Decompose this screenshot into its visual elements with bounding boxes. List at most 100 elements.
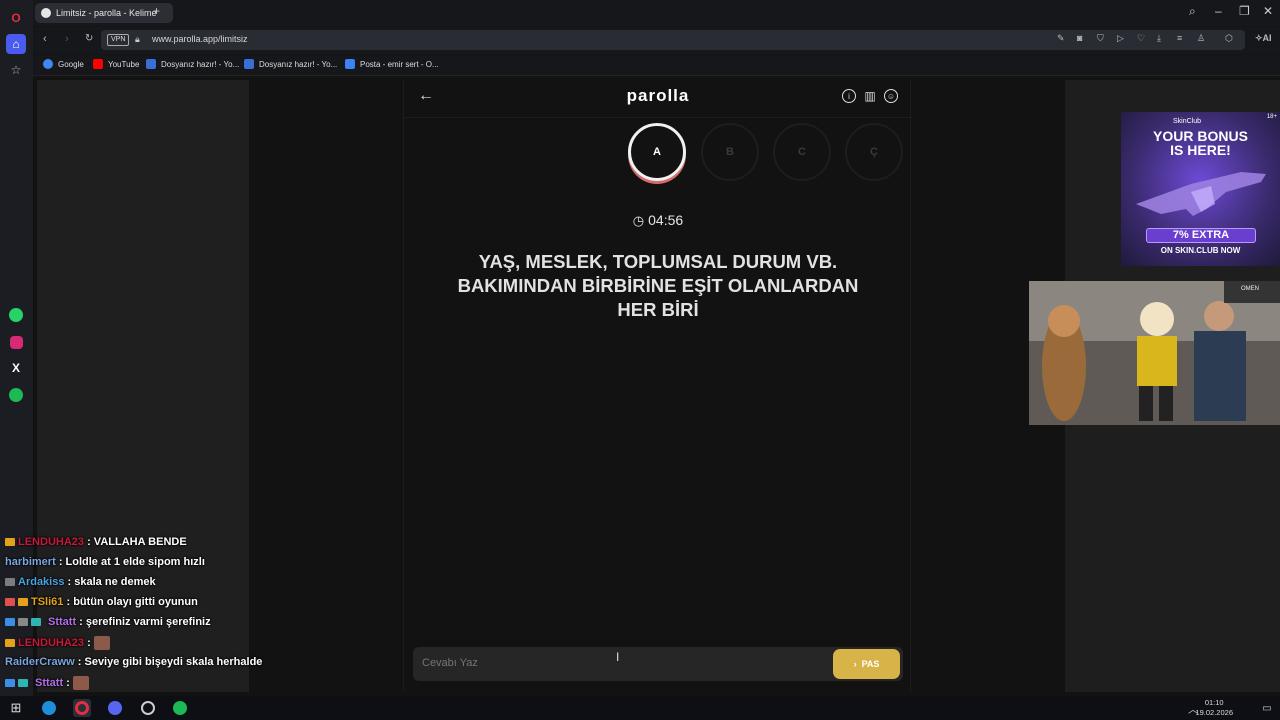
badge-icon <box>18 679 28 687</box>
chat-user: harbimert <box>5 556 56 568</box>
stats-icon[interactable]: ▥ <box>863 89 877 103</box>
chat-user: Sttatt <box>35 677 64 689</box>
mail-icon <box>345 59 355 69</box>
badge-icon <box>18 618 28 626</box>
bookmark-label: YouTube <box>108 59 140 69</box>
header-divider <box>404 117 912 118</box>
taskbar-clock[interactable]: 01:10 19.02.2026 <box>1195 698 1233 718</box>
windows-taskbar: ⊞ ︿ 01:10 19.02.2026 ▭ <box>0 696 1280 720</box>
notification-icon[interactable]: ▭ <box>1258 699 1276 717</box>
ad-headline: YOUR BONUS IS HERE! <box>1121 129 1280 157</box>
chat-message: TSli61 : bütün olayı gitti oyunun <box>5 596 198 608</box>
ad-brand: SkinClub <box>1173 118 1202 125</box>
menu-icon[interactable]: ≡ <box>1177 33 1182 43</box>
chat-user: LENDUHA23 <box>18 536 85 548</box>
chat-text: : VALLAHA BENDE <box>87 536 187 548</box>
game-panel: ← parolla i ▥ ☺ A B C Ç ◷ 04:56 YAŞ, MESL… <box>403 80 912 692</box>
tab-title: Limitsiz - parolla - Kelime <box>56 8 157 18</box>
extensions-icon[interactable]: ⬡ <box>1225 33 1233 44</box>
opera-taskbar-icon[interactable] <box>75 701 89 715</box>
x-twitter-icon[interactable]: X <box>6 358 26 378</box>
badge-icon <box>5 598 15 606</box>
answer-input[interactable] <box>422 657 822 669</box>
play-icon[interactable]: ▷ <box>1117 33 1124 44</box>
info-icon[interactable]: i <box>842 89 856 103</box>
letter-a: A <box>628 123 686 181</box>
chat-text: : <box>87 637 91 649</box>
logo[interactable]: parolla <box>404 86 912 106</box>
clock-time: 01:10 <box>1204 698 1224 707</box>
whatsapp-icon[interactable] <box>9 308 23 322</box>
ai-button[interactable]: ✧AI <box>1255 33 1272 44</box>
back-icon[interactable]: ‹ <box>43 33 47 45</box>
file-icon <box>244 59 254 69</box>
camera-icon[interactable]: ◙ <box>1077 33 1082 43</box>
file-icon <box>146 59 156 69</box>
profile-icon[interactable]: ☺ <box>884 89 898 103</box>
chat-text: : <box>66 677 70 689</box>
chevron-right-icon: › <box>853 659 857 669</box>
new-tab-button[interactable]: + <box>153 4 160 18</box>
crown-badge-icon <box>5 538 15 546</box>
home-icon[interactable]: ⌂ <box>6 34 26 54</box>
answer-bar: › PAS <box>413 647 903 681</box>
instagram-icon[interactable] <box>9 335 23 349</box>
address-bar-row: ‹ › ↻ VPN 🔒︎ www.parolla.app/limitsiz ✎ … <box>33 27 1280 54</box>
account-icon[interactable]: ♙ <box>1197 33 1205 44</box>
rifle-illustration <box>1136 172 1266 216</box>
ad-age-badge: 18+ <box>1266 114 1277 120</box>
reload-icon[interactable]: ↻ <box>85 33 93 44</box>
bookmark-item[interactable]: Dosyanız hazır! - Yo... <box>146 59 239 69</box>
url-field[interactable]: VPN 🔒︎ www.parolla.app/limitsiz <box>101 30 1245 50</box>
spotify-taskbar-icon[interactable] <box>173 701 187 715</box>
bookmark-label: Dosyanız hazır! - Yo... <box>161 59 240 69</box>
ai-label: AI <box>1262 33 1272 43</box>
chat-message: RaiderCraww : Seviye gibi bişeydi skala … <box>5 656 262 668</box>
windows-start-icon[interactable]: ⊞ <box>7 699 25 717</box>
chat-text: : Seviye gibi bişeydi skala herhalde <box>77 656 263 668</box>
shield-icon[interactable]: ⛉ <box>1097 33 1104 44</box>
pass-label: PAS <box>861 659 880 669</box>
bookmark-label: Dosyanız hazır! - Yo... <box>259 59 338 69</box>
bookmark-item[interactable]: Posta - emir sert - O... <box>345 59 439 69</box>
heart-icon[interactable]: ♡ <box>1137 33 1145 44</box>
forward-icon[interactable]: › <box>65 33 69 45</box>
bookmark-item[interactable]: Google <box>43 59 84 69</box>
minimize-button[interactable]: – <box>1215 4 1222 18</box>
photo-sign: OMEN <box>1241 286 1259 292</box>
chat-text: : skala ne demek <box>67 576 156 588</box>
close-window-button[interactable]: ✕ <box>1263 4 1273 18</box>
pass-button[interactable]: › PAS <box>833 649 900 679</box>
tab-bar: Limitsiz - parolla - Kelime + ⌕ – ❐ ✕ <box>33 0 1280 26</box>
url-text[interactable]: www.parolla.app/limitsiz <box>152 34 248 44</box>
maximize-button[interactable]: ❐ <box>1239 4 1250 18</box>
bookmark-item[interactable]: YouTube <box>93 59 139 69</box>
bookmark-label: Google <box>58 59 84 69</box>
edge-icon[interactable] <box>42 701 56 715</box>
star-icon[interactable]: ☆ <box>6 60 26 80</box>
question-text: YAŞ, MESLEK, TOPLUMSAL DURUM VB. BAKIMIN… <box>457 251 859 320</box>
obs-icon[interactable] <box>141 701 155 715</box>
lock-icon[interactable]: 🔒︎ <box>135 34 140 45</box>
search-tabs-icon[interactable]: ⌕ <box>1189 4 1196 19</box>
youtube-icon <box>93 59 103 69</box>
chat-text: : şerefiniz varmi şerefiniz <box>79 616 211 628</box>
webcam-overlay: OMEN <box>1029 281 1280 425</box>
timer-value: 04:56 <box>648 212 684 228</box>
opera-logo-icon[interactable]: O <box>6 8 26 28</box>
stream-chat: LENDUHA23 : VALLAHA BENDE harbimert : Lo… <box>0 534 330 694</box>
chat-text: : Loldle at 1 elde sipom hızlı <box>58 556 205 568</box>
chat-text: : bütün olayı gitti oyunun <box>66 596 198 608</box>
bookmark-item[interactable]: Dosyanız hazır! - Yo... <box>244 59 337 69</box>
clock-icon: ◷ <box>632 213 645 228</box>
vpn-badge[interactable]: VPN <box>107 34 130 46</box>
chat-user: LENDUHA23 <box>18 637 85 649</box>
skinclub-ad[interactable]: SkinClub 18+ YOUR BONUS IS HERE! 7% EXTR… <box>1121 112 1280 266</box>
spotify-icon[interactable] <box>9 388 23 402</box>
download-icon[interactable]: ⤓ <box>1157 33 1161 44</box>
badge-icon <box>5 679 15 687</box>
timer: ◷ 04:56 <box>404 212 912 229</box>
discord-icon[interactable] <box>108 701 122 715</box>
chat-message: LENDUHA23 : VALLAHA BENDE <box>5 536 187 548</box>
edit-icon[interactable]: ✎ <box>1057 33 1065 44</box>
